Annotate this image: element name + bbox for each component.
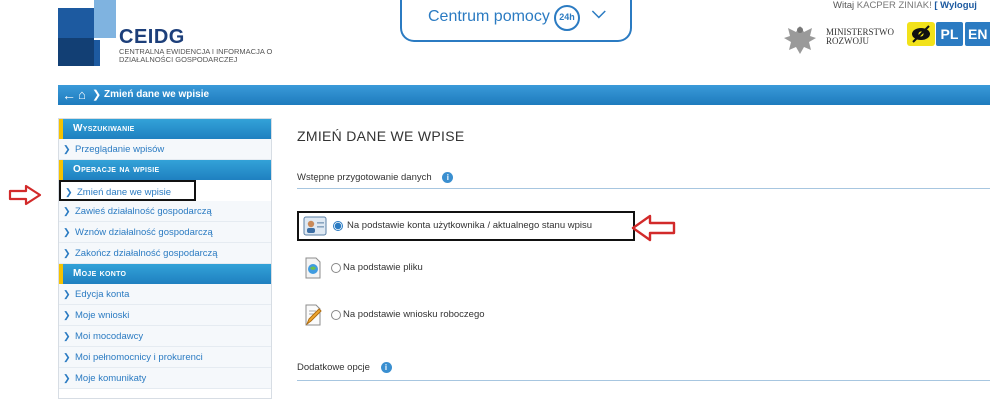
option-draft-based[interactable]: Na podstawie wniosku roboczego xyxy=(297,302,597,330)
accessibility-eye-icon[interactable] xyxy=(907,22,935,46)
chevron-right-icon: ❯ xyxy=(63,248,71,258)
chevron-right-icon: ❯ xyxy=(65,187,73,197)
chevron-right-icon: ❯ xyxy=(92,89,102,101)
sidebar-section-entry-operations: Operacje na wpisie xyxy=(59,160,271,180)
chevron-right-icon: ❯ xyxy=(63,227,71,237)
file-globe-icon xyxy=(305,257,321,279)
chevron-right-icon: ❯ xyxy=(63,310,71,320)
sidebar-item-label: Przeglądanie wpisów xyxy=(75,144,165,155)
info-icon[interactable]: i xyxy=(442,172,454,183)
sidebar-item-browse-entries[interactable]: ❯ Przeglądanie wpisów xyxy=(59,139,271,160)
sidebar-item-label: Zawieś działalność gospodarczą xyxy=(75,206,212,217)
sidebar-item-label: Moi mocodawcy xyxy=(75,331,144,342)
sidebar-item-suspend-business[interactable]: ❯ Zawieś działalność gospodarczą xyxy=(59,201,271,222)
ceidg-logo[interactable] xyxy=(58,0,116,66)
sidebar-item-resume-business[interactable]: ❯ Wznów działalność gospodarczą xyxy=(59,222,271,243)
sidebar-item-label: Moje komunikaty xyxy=(75,373,147,384)
sidebar-item-my-messages[interactable]: ❯ Moje komunikaty xyxy=(59,368,271,389)
breadcrumb-current: Zmień dane we wpisie xyxy=(104,89,210,100)
radio-file-based[interactable] xyxy=(331,263,341,273)
sidebar-item-label: Moi pełnomocnicy i prokurenci xyxy=(75,352,203,363)
chevron-down-icon[interactable]: ⌵ xyxy=(592,2,606,23)
sidebar-item-my-applications[interactable]: ❯ Moje wnioski xyxy=(59,305,271,326)
help-center-button[interactable]: Centrum pomocy 24h ⌵ xyxy=(400,0,632,42)
main-content: ZMIEŃ DANE WE WPISE Wstępne przygotowani… xyxy=(285,118,990,399)
radio-draft-based[interactable] xyxy=(331,310,341,320)
sidebar-item-label: Wznów działalność gospodarczą xyxy=(75,227,213,238)
user-name: KACPER ZINIAK! xyxy=(856,0,932,11)
sidebar-item-label: Zakończ działalność gospodarczą xyxy=(75,248,218,259)
chevron-right-icon: ❯ xyxy=(63,206,71,216)
chevron-right-icon: ❯ xyxy=(63,373,71,383)
sidebar-item-my-proxies[interactable]: ❯ Moi pełnomocnicy i prokurenci xyxy=(59,347,271,368)
logo-title[interactable]: CEIDG xyxy=(119,26,185,49)
ministry-label: MINISTERSTWO ROZWOJU xyxy=(826,27,894,46)
draft-edit-icon xyxy=(305,304,322,326)
sidebar-item-my-principals[interactable]: ❯ Moi mocodawcy xyxy=(59,326,271,347)
chevron-right-icon: ❯ xyxy=(63,331,71,341)
chevron-right-icon: ❯ xyxy=(63,144,71,154)
option-label: Na podstawie konta użytkownika / aktualn… xyxy=(347,220,593,231)
option-label: Na podstawie pliku xyxy=(343,262,423,273)
logo-subtitle: CENTRALNA EWIDENCJA I INFORMACJA O DZIAŁ… xyxy=(119,47,273,64)
lang-en-button[interactable]: EN xyxy=(965,22,990,46)
user-card-icon xyxy=(303,216,327,236)
sidebar-item-label: Edycja konta xyxy=(75,289,130,300)
welcome-prefix: Witaj xyxy=(833,0,855,11)
eagle-emblem-icon xyxy=(784,26,816,54)
help-24h-icon: 24h xyxy=(554,5,580,31)
sidebar-item-edit-account[interactable]: ❯ Edycja konta xyxy=(59,284,271,305)
sidebar-item-label: Zmień dane we wpisie xyxy=(77,187,171,198)
option-file-based[interactable]: Na podstawie pliku xyxy=(297,255,597,283)
welcome-text: Witaj KACPER ZINIAK! [ Wyloguj xyxy=(833,0,977,11)
chevron-right-icon: ❯ xyxy=(63,352,71,362)
extra-section-label: Dodatkowe opcje xyxy=(297,362,370,374)
sidebar-section-search: Wyszukiwanie xyxy=(59,119,271,139)
extra-section-header: Dodatkowe opcje i xyxy=(297,362,392,373)
info-icon[interactable]: i xyxy=(380,362,392,373)
back-arrow-icon[interactable]: ← xyxy=(62,87,76,103)
chevron-right-icon: ❯ xyxy=(63,289,71,299)
annotation-arrow-left-icon xyxy=(631,214,676,242)
sidebar: Wyszukiwanie ❯ Przeglądanie wpisów Opera… xyxy=(58,118,272,399)
annotation-arrow-right-icon xyxy=(8,184,42,206)
prep-section-header: Wstępne przygotowanie danych i xyxy=(297,172,454,184)
sidebar-item-close-business[interactable]: ❯ Zakończ działalność gospodarczą xyxy=(59,243,271,264)
sidebar-item-label: Moje wnioski xyxy=(75,310,130,321)
page-title: ZMIEŃ DANE WE WPISE xyxy=(297,128,465,144)
help-center-label: Centrum pomocy xyxy=(428,8,550,25)
section-divider xyxy=(297,188,990,189)
logout-link[interactable]: [ Wyloguj xyxy=(934,0,977,11)
section-divider xyxy=(297,380,990,381)
prep-section-label: Wstępne przygotowanie danych xyxy=(297,172,432,184)
radio-account-based[interactable] xyxy=(333,221,343,231)
sidebar-item-change-entry[interactable]: ❯ Zmień dane we wpisie xyxy=(59,180,196,201)
home-icon[interactable]: ⌂ xyxy=(78,87,86,103)
option-label: Na podstawie wniosku roboczego xyxy=(343,309,485,320)
sidebar-section-my-account: Moje konto xyxy=(59,264,271,284)
lang-pl-button[interactable]: PL xyxy=(936,22,963,46)
page-header: CEIDG CENTRALNA EWIDENCJA I INFORMACJA O… xyxy=(0,0,990,84)
breadcrumb: ← ⌂ ❯ Zmień dane we wpisie xyxy=(58,85,990,105)
option-account-based[interactable]: Na podstawie konta użytkownika / aktualn… xyxy=(297,211,635,241)
